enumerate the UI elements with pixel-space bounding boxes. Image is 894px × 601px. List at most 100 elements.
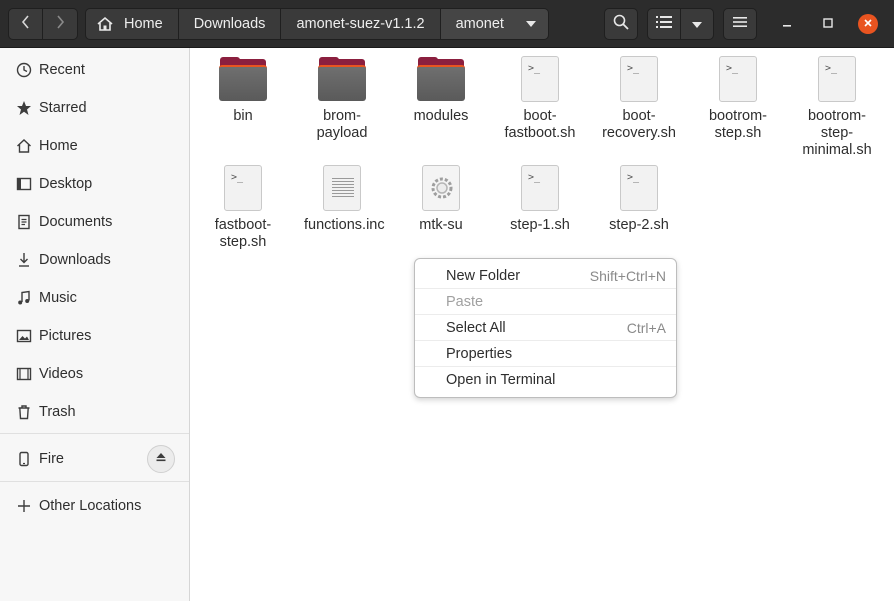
sidebar-item-label: Music <box>39 290 77 306</box>
view-options-button[interactable] <box>680 8 714 40</box>
sidebar-item-label: Home <box>39 138 78 154</box>
video-icon <box>15 365 33 383</box>
search-icon <box>613 14 629 34</box>
phone-icon <box>15 450 33 468</box>
file-item-brom-payload[interactable]: brom-payload <box>292 48 392 142</box>
file-item-bin[interactable]: bin <box>193 48 293 125</box>
script-icon: >_ <box>813 56 861 104</box>
folder-icon <box>219 56 267 104</box>
executable-gear-icon <box>417 165 465 213</box>
file-name: step-1.sh <box>510 217 570 233</box>
file-item-mtk-su[interactable]: mtk-su <box>391 157 491 234</box>
sidebar-item-starred[interactable]: Starred <box>0 89 189 127</box>
forward-icon <box>55 15 65 33</box>
close-button[interactable] <box>858 14 878 34</box>
file-item-bootrom-step-minimal[interactable]: >_ bootrom-step-minimal.sh <box>787 48 887 159</box>
sidebar-item-label: Other Locations <box>39 498 142 514</box>
sidebar-item-pictures[interactable]: Pictures <box>0 317 189 355</box>
sidebar-item-music[interactable]: Music <box>0 279 189 317</box>
list-view-button[interactable] <box>647 8 681 40</box>
back-icon <box>21 15 31 33</box>
sidebar-item-label: Recent <box>39 62 85 78</box>
sidebar-divider <box>0 433 189 434</box>
file-name: bootrom-step-minimal.sh <box>802 108 872 158</box>
sidebar: Recent Starred Home Desktop Documents Do… <box>0 48 190 601</box>
minimize-button[interactable] <box>777 14 797 34</box>
sidebar-item-downloads[interactable]: Downloads <box>0 241 189 279</box>
file-name: bootrom-step.sh <box>708 108 768 141</box>
eject-button[interactable] <box>147 445 175 473</box>
file-name: step-2.sh <box>609 217 669 233</box>
view-options-icon <box>692 16 702 32</box>
file-item-step-2[interactable]: >_ step-2.sh <box>589 157 689 234</box>
sidebar-item-label: Starred <box>39 100 87 116</box>
menu-item-new-folder[interactable]: New Folder Shift+Ctrl+N <box>415 263 676 289</box>
file-item-boot-fastboot[interactable]: >_ boot-fastboot.sh <box>490 48 590 142</box>
file-name: boot-recovery.sh <box>602 108 676 141</box>
menu-item-paste[interactable]: Paste <box>415 289 676 315</box>
menu-icon <box>733 16 747 32</box>
breadcrumb-downloads[interactable]: Downloads <box>178 8 282 40</box>
maximize-icon <box>823 16 833 32</box>
breadcrumb-label: amonet <box>455 16 504 32</box>
sidebar-item-label: Fire <box>39 451 64 467</box>
file-item-boot-recovery[interactable]: >_ boot-recovery.sh <box>589 48 689 142</box>
sidebar-item-fire-device[interactable]: Fire <box>0 440 189 478</box>
folder-icon <box>417 56 465 104</box>
home-icon <box>96 16 114 32</box>
menu-item-label: Properties <box>446 345 513 362</box>
clock-icon <box>15 61 33 79</box>
pictures-icon <box>15 327 33 345</box>
script-icon: >_ <box>516 56 564 104</box>
menu-item-select-all[interactable]: Select All Ctrl+A <box>415 315 676 341</box>
file-name: boot-fastboot.sh <box>504 108 576 141</box>
sidebar-item-label: Trash <box>39 404 76 420</box>
file-item-bootrom-step[interactable]: >_ bootrom-step.sh <box>688 48 788 142</box>
maximize-button[interactable] <box>818 14 838 34</box>
forward-button[interactable] <box>43 8 78 40</box>
script-icon: >_ <box>615 56 663 104</box>
sidebar-item-other-locations[interactable]: Other Locations <box>0 487 189 525</box>
file-name: mtk-su <box>419 217 463 233</box>
file-item-fastboot-step[interactable]: >_ fastboot-step.sh <box>193 157 293 251</box>
file-item-modules[interactable]: modules <box>391 48 491 125</box>
sidebar-item-desktop[interactable]: Desktop <box>0 165 189 203</box>
close-icon <box>863 16 873 32</box>
text-file-icon <box>318 165 366 213</box>
minimize-icon <box>782 16 792 32</box>
dropdown-icon[interactable] <box>525 21 536 27</box>
star-icon <box>15 99 33 117</box>
sidebar-item-videos[interactable]: Videos <box>0 355 189 393</box>
sidebar-item-label: Documents <box>39 214 113 230</box>
sidebar-item-label: Downloads <box>39 252 111 268</box>
context-menu: New Folder Shift+Ctrl+N Paste Select All… <box>414 258 677 398</box>
breadcrumb-amonet[interactable]: amonet <box>440 8 549 40</box>
menu-item-open-in-terminal[interactable]: Open in Terminal <box>415 367 676 393</box>
file-name: bin <box>233 108 253 124</box>
menu-item-label: Select All <box>446 319 506 336</box>
file-name: brom-payload <box>316 108 368 141</box>
breadcrumb-home[interactable]: Home <box>85 8 179 40</box>
file-item-functions-inc[interactable]: functions.inc <box>292 157 392 234</box>
sidebar-item-home[interactable]: Home <box>0 127 189 165</box>
script-icon: >_ <box>714 56 762 104</box>
back-button[interactable] <box>8 8 43 40</box>
script-icon: >_ <box>516 165 564 213</box>
breadcrumb-label: Downloads <box>193 16 266 32</box>
breadcrumb-amonet-suez[interactable]: amonet-suez-v1.1.2 <box>281 8 441 40</box>
file-item-step-1[interactable]: >_ step-1.sh <box>490 157 590 234</box>
breadcrumb: Home Downloads amonet-suez-v1.1.2 amonet <box>85 8 549 40</box>
home-icon <box>15 137 33 155</box>
search-button[interactable] <box>604 8 638 40</box>
list-view-icon <box>656 15 672 33</box>
file-name: functions.inc <box>304 217 385 233</box>
sidebar-item-documents[interactable]: Documents <box>0 203 189 241</box>
script-icon: >_ <box>219 165 267 213</box>
sidebar-item-recent[interactable]: Recent <box>0 51 189 89</box>
menu-item-properties[interactable]: Properties <box>415 341 676 367</box>
breadcrumb-label: amonet-suez-v1.1.2 <box>296 16 425 32</box>
sidebar-item-trash[interactable]: Trash <box>0 393 189 431</box>
menu-button[interactable] <box>723 8 757 40</box>
menu-item-label: Paste <box>446 293 484 310</box>
menu-item-label: New Folder <box>446 267 521 284</box>
